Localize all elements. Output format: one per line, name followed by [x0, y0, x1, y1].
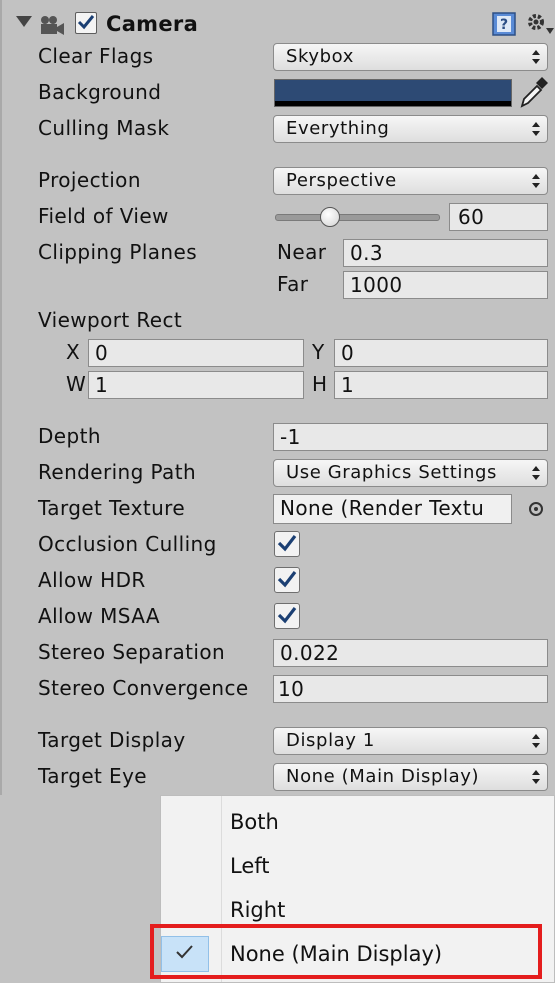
occlusion-culling-label: Occlusion Culling [38, 532, 217, 556]
far-label: Far [277, 272, 309, 296]
viewport-h-field[interactable]: 1 [334, 371, 548, 399]
component-title: Camera [106, 12, 199, 36]
dropdown-arrows-icon [532, 122, 540, 136]
clear-flags-dropdown[interactable]: Skybox [273, 43, 548, 71]
target-display-value: Display 1 [286, 730, 375, 751]
fov-slider-thumb[interactable] [320, 207, 340, 227]
help-icon[interactable]: ? [492, 12, 516, 36]
projection-label: Projection [38, 168, 141, 192]
target-display-dropdown[interactable]: Display 1 [273, 727, 548, 755]
target-eye-dropdown[interactable]: None (Main Display) [273, 763, 548, 791]
background-label: Background [38, 80, 162, 104]
fov-field[interactable]: 60 [449, 203, 548, 231]
rendering-path-label: Rendering Path [38, 460, 197, 484]
highlight-annotation-box [150, 924, 542, 979]
clear-flags-value: Skybox [286, 46, 354, 67]
depth-label: Depth [38, 424, 101, 448]
dropdown-arrows-icon [532, 770, 540, 784]
menu-item-left[interactable]: Left [161, 846, 554, 886]
viewport-w-field[interactable]: 1 [88, 371, 304, 399]
target-eye-value: None (Main Display) [286, 766, 480, 787]
allow-msaa-label: Allow MSAA [38, 604, 160, 628]
viewport-w-label: W [66, 372, 87, 396]
viewport-x-label: X [66, 340, 81, 364]
near-field[interactable]: 0.3 [343, 239, 548, 267]
allow-hdr-label: Allow HDR [38, 568, 146, 592]
clear-flags-label: Clear Flags [38, 44, 154, 68]
allow-hdr-checkbox[interactable] [274, 567, 300, 593]
target-texture-field[interactable]: None (Render Textu [273, 494, 512, 524]
stereo-convergence-field[interactable]: 10 [273, 675, 548, 703]
viewport-rect-label: Viewport Rect [38, 308, 183, 332]
allow-msaa-checkbox[interactable] [274, 603, 300, 629]
camera-icon [41, 16, 64, 35]
dropdown-arrows-icon [532, 734, 540, 748]
rendering-path-value: Use Graphics Settings [286, 462, 497, 483]
stereo-separation-label: Stereo Separation [38, 640, 226, 664]
fov-slider-track[interactable] [275, 214, 440, 221]
clipping-planes-label: Clipping Planes [38, 240, 198, 264]
stereo-convergence-label: Stereo Convergence [38, 676, 249, 700]
field-of-view-label: Field of View [38, 204, 169, 228]
occlusion-culling-checkbox[interactable] [274, 531, 300, 557]
viewport-x-field[interactable]: 0 [88, 339, 304, 367]
gear-icon[interactable] [525, 10, 555, 38]
viewport-h-label: H [312, 372, 328, 396]
culling-mask-value: Everything [286, 118, 390, 139]
culling-mask-dropdown[interactable]: Everything [273, 115, 548, 143]
camera-inspector-panel: Camera ? Clear Flags Skybox Background C… [0, 0, 555, 795]
dropdown-arrows-icon [532, 50, 540, 64]
depth-field[interactable]: -1 [273, 423, 548, 451]
component-enabled-checkbox[interactable] [75, 12, 97, 34]
viewport-y-field[interactable]: 0 [334, 339, 548, 367]
viewport-y-label: Y [312, 340, 325, 364]
target-texture-label: Target Texture [38, 496, 186, 520]
foldout-arrow-icon[interactable] [16, 16, 32, 27]
menu-item-label: Left [230, 854, 270, 878]
target-display-label: Target Display [38, 728, 186, 752]
stereo-separation-field[interactable]: 0.022 [273, 639, 548, 667]
eyedropper-icon[interactable] [518, 77, 548, 109]
dropdown-arrows-icon [532, 174, 540, 188]
component-header: Camera ? [2, 8, 555, 42]
svg-text:?: ? [500, 17, 508, 33]
dropdown-arrows-icon [532, 466, 540, 480]
culling-mask-label: Culling Mask [38, 116, 170, 140]
target-eye-label: Target Eye [38, 764, 148, 788]
near-label: Near [277, 240, 327, 264]
far-field[interactable]: 1000 [343, 271, 548, 299]
background-color-swatch[interactable] [274, 79, 512, 107]
projection-value: Perspective [286, 170, 397, 191]
menu-item-both[interactable]: Both [161, 802, 554, 842]
rendering-path-dropdown[interactable]: Use Graphics Settings [273, 459, 548, 487]
menu-item-label: Both [230, 810, 279, 834]
object-picker-icon[interactable] [529, 502, 543, 516]
projection-dropdown[interactable]: Perspective [273, 167, 548, 195]
